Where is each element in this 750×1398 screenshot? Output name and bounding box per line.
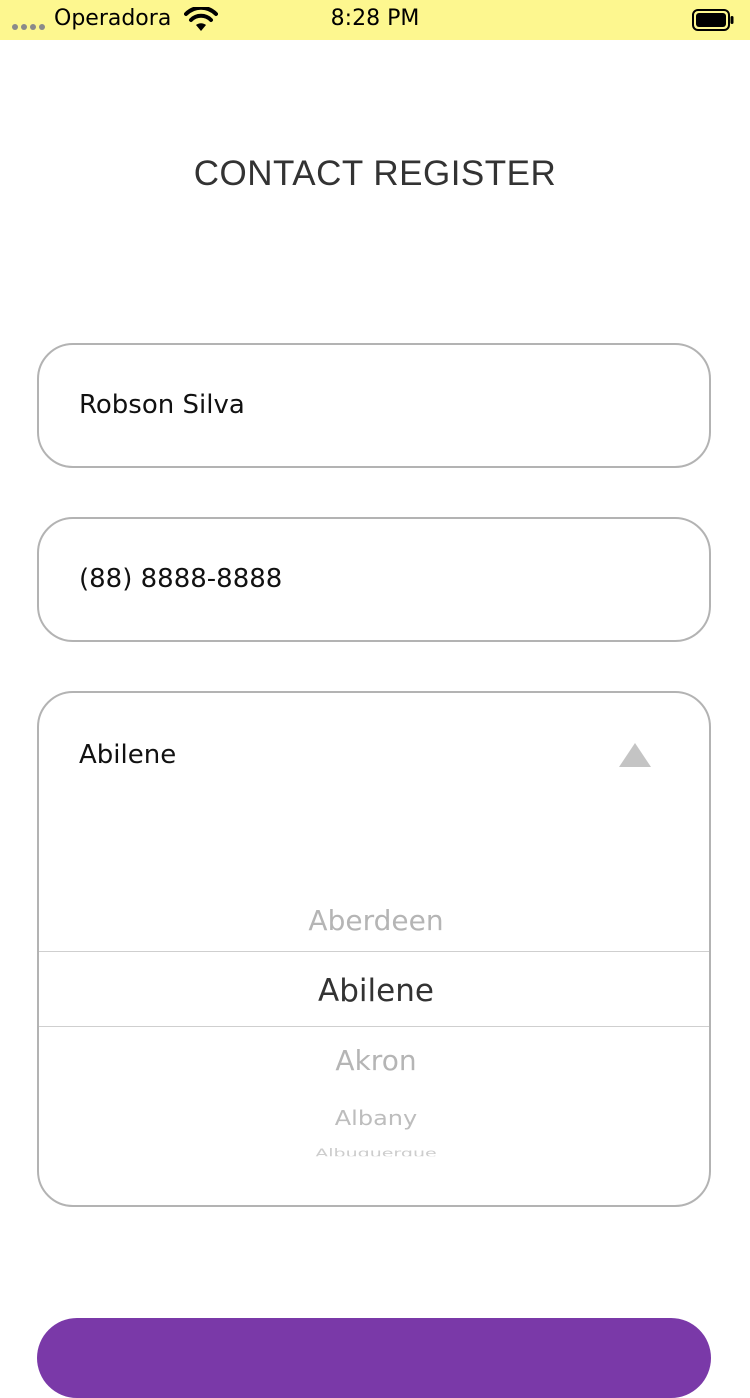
name-value: Robson Silva	[79, 390, 245, 420]
page-title: CONTACT REGISTER	[193, 154, 557, 193]
name-field[interactable]: Robson Silva	[37, 343, 711, 468]
status-time: 8:28 PM	[330, 6, 420, 31]
city-selected-value: Abilene	[79, 740, 177, 770]
city-dropdown[interactable]: Abilene Aberdeen Abilene Akron Albany Al…	[37, 691, 711, 1207]
picker-divider-bottom	[39, 1026, 709, 1027]
picker-item[interactable]: Albuquerque	[39, 1148, 709, 1156]
submit-button[interactable]	[37, 1318, 711, 1398]
picker-item[interactable]: Akron	[39, 1041, 709, 1081]
picker-item[interactable]: Albany	[39, 1105, 709, 1131]
arrow-up-icon[interactable]	[619, 743, 651, 767]
picker-divider-top	[39, 951, 709, 952]
picker-item[interactable]: Aberdeen	[39, 901, 709, 941]
picker-item-selected[interactable]: Abilene	[39, 969, 709, 1013]
phone-value: (88) 8888-8888	[79, 564, 283, 594]
status-bar: Operadora 8:28 PM	[0, 0, 750, 40]
phone-field[interactable]: (88) 8888-8888	[37, 517, 711, 642]
battery-icon	[692, 9, 734, 31]
